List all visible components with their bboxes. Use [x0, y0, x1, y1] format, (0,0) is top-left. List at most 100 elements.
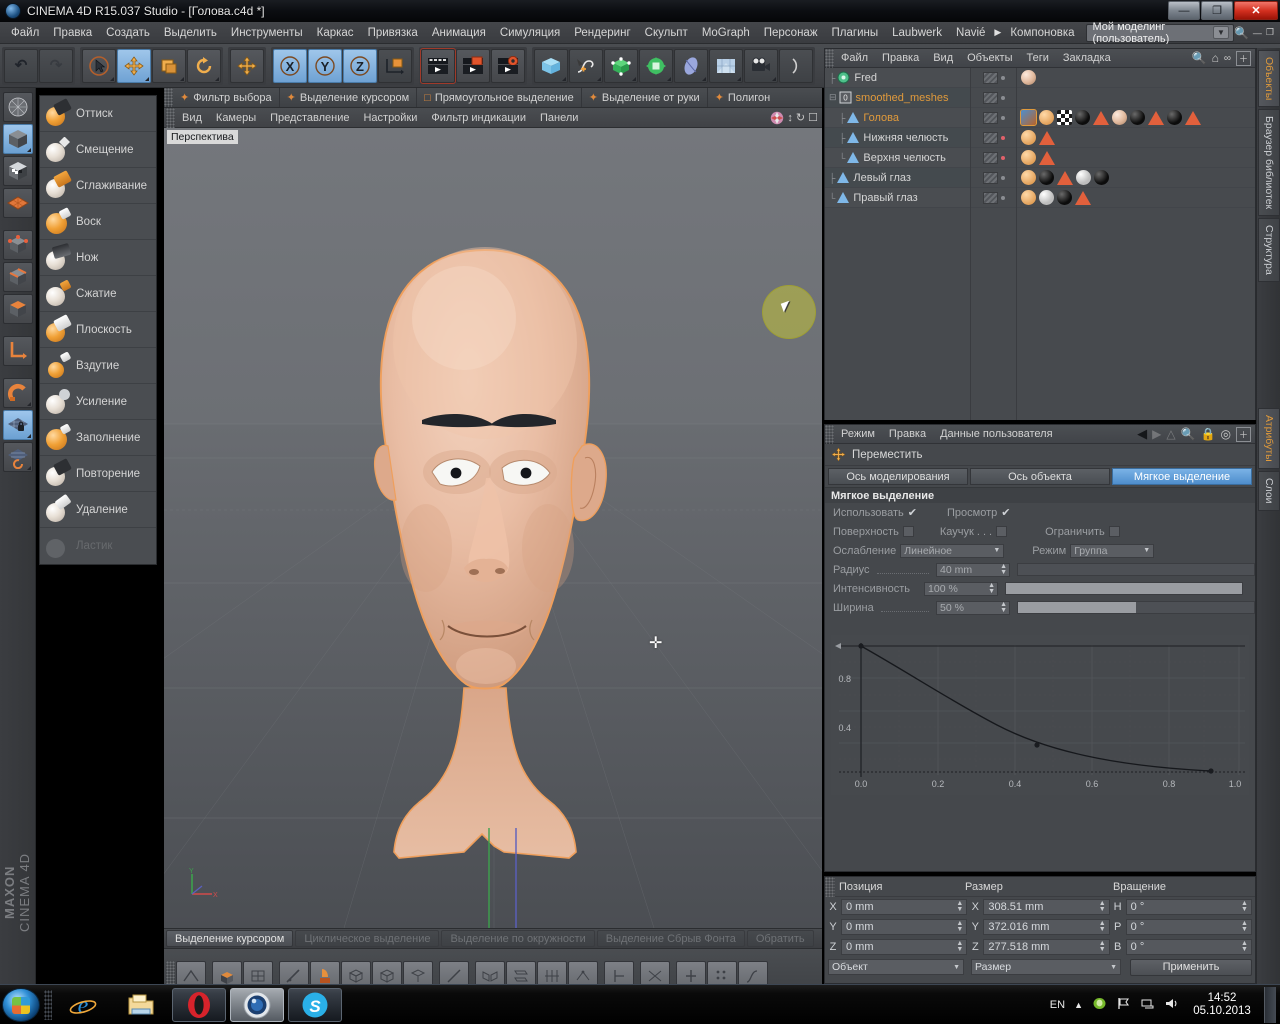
- selection-filter-button[interactable]: ✦ Фильтр выбора: [173, 88, 280, 107]
- use-checkbox[interactable]: ✔: [908, 506, 917, 519]
- rot-h-input[interactable]: 0 ° ▲ ▼: [1125, 899, 1252, 915]
- sculpt-tool-amplify[interactable]: Усиление: [40, 384, 156, 420]
- scale-tool-button[interactable]: [152, 48, 186, 83]
- visibility-row[interactable]: [971, 108, 1016, 128]
- phong-tag-icon[interactable]: [1093, 110, 1109, 125]
- visibility-row[interactable]: [971, 88, 1016, 108]
- link-icon[interactable]: ∞: [1224, 53, 1231, 64]
- tab-phong-break-selection[interactable]: Выделение Сбрыв Фонта: [596, 930, 745, 947]
- move-tool-button[interactable]: [117, 48, 151, 83]
- axis-lock-x-button[interactable]: X: [273, 48, 307, 83]
- taskbar-grip[interactable]: [44, 989, 52, 1020]
- viewport-menu-panels[interactable]: Панели: [533, 111, 585, 125]
- visibility-row[interactable]: [971, 188, 1016, 208]
- panel-grip[interactable]: [825, 48, 834, 68]
- sculpt-tag-icon[interactable]: [1021, 190, 1036, 205]
- visibility-dot-editor[interactable]: [1000, 115, 1005, 120]
- phong-tag-icon[interactable]: [1185, 110, 1201, 125]
- material-tag-white-icon[interactable]: [1076, 170, 1091, 185]
- menu-item-navie[interactable]: Navié: [949, 25, 992, 41]
- add-deformer-button[interactable]: [674, 48, 708, 83]
- attr-menu-mode[interactable]: Режим: [834, 427, 882, 441]
- sculpt-tag-icon[interactable]: [1021, 130, 1036, 145]
- material-tag-black3-icon[interactable]: [1167, 110, 1182, 125]
- preview-checkbox[interactable]: ✔: [1001, 506, 1010, 519]
- coordinate-system-dropdown[interactable]: Объект ▼: [828, 959, 964, 975]
- tab-modeling-axis[interactable]: Ось моделирования: [828, 468, 968, 485]
- rect-selection-mode-button[interactable]: □ Прямоугольное выделение: [417, 88, 582, 107]
- falloff-curve-graph[interactable]: 0.8 0.4 0.0 0.2 0.4 0.6 0.8 1.0: [831, 635, 1249, 795]
- menu-item-render[interactable]: Рендеринг: [567, 25, 637, 41]
- menu-item-create[interactable]: Создать: [99, 25, 157, 41]
- nvidia-icon[interactable]: [1092, 996, 1107, 1014]
- maximize-panel-icon[interactable]: ❐: [1266, 27, 1274, 38]
- move-view-icon[interactable]: ↕: [787, 112, 793, 124]
- sculpt-tool-stamp[interactable]: Оттиск: [40, 96, 156, 132]
- object-row-left-eye[interactable]: ├ Левый глаз: [825, 168, 970, 188]
- menu-item-mograph[interactable]: MoGraph: [695, 25, 757, 41]
- surface-checkbox[interactable]: [902, 526, 914, 537]
- model-mode-button[interactable]: [2, 124, 33, 154]
- restore-button[interactable]: ❐: [1201, 1, 1233, 20]
- visibility-dot-editor[interactable]: [1000, 95, 1005, 100]
- visibility-row[interactable]: [971, 148, 1016, 168]
- tab-live-selection[interactable]: Выделение курсором: [166, 930, 294, 947]
- add-icon[interactable]: ＋: [1235, 50, 1251, 66]
- sculpt-tool-inflate[interactable]: Вздутие: [40, 348, 156, 384]
- visibility-row[interactable]: [971, 68, 1016, 88]
- tag-row[interactable]: [1017, 128, 1255, 148]
- sculpt-tool-repeat[interactable]: Повторение: [40, 456, 156, 492]
- render-to-picture-viewer-button[interactable]: [456, 48, 490, 83]
- render-view-button[interactable]: [420, 47, 456, 84]
- material-tag-icon[interactable]: [1021, 70, 1036, 85]
- material-tag-black2-icon[interactable]: [1094, 170, 1109, 185]
- undo-button[interactable]: ↶: [4, 48, 38, 83]
- panel-grip[interactable]: [825, 876, 835, 897]
- vtab-objects[interactable]: Объекты: [1258, 50, 1280, 108]
- polygon-selection-mode-button[interactable]: ✦ Полигон: [708, 88, 778, 107]
- home-icon[interactable]: ⌂: [1212, 51, 1219, 65]
- visibility-dot-editor[interactable]: [1000, 75, 1005, 80]
- sculpt-tag-icon[interactable]: [1039, 110, 1054, 125]
- visibility-dot-editor[interactable]: [1000, 175, 1005, 180]
- menu-item-simulation[interactable]: Симуляция: [493, 25, 567, 41]
- tab-ring-selection[interactable]: Выделение по окружности: [441, 930, 595, 947]
- vtab-content-browser[interactable]: Браузер библиотек: [1258, 109, 1280, 217]
- texture-tag-icon[interactable]: [1020, 109, 1037, 126]
- network-icon[interactable]: [1140, 996, 1155, 1014]
- axis-lock-z-button[interactable]: Z: [343, 48, 377, 83]
- vtab-layers[interactable]: Слои: [1258, 470, 1280, 511]
- panel-grip[interactable]: [825, 424, 834, 444]
- add-camera-button[interactable]: [744, 48, 778, 83]
- axis-mode-button[interactable]: [2, 336, 33, 366]
- viewport-menu-view[interactable]: Вид: [175, 111, 209, 125]
- taskbar-internet-explorer[interactable]: e: [56, 988, 110, 1022]
- perspective-viewport[interactable]: Перспектива ✛ Y X: [164, 128, 822, 928]
- menu-item-edit[interactable]: Правка: [46, 25, 99, 41]
- limit-checkbox[interactable]: [1108, 526, 1120, 537]
- target-icon[interactable]: ◎: [1221, 427, 1231, 441]
- sculpt-tool-pinch[interactable]: Сжатие: [40, 276, 156, 312]
- redo-button[interactable]: ↷: [39, 48, 73, 83]
- forward-arrow-icon[interactable]: ▶: [1152, 427, 1161, 441]
- minimize-button[interactable]: —: [1168, 1, 1200, 20]
- menu-item-character[interactable]: Персонаж: [757, 25, 825, 41]
- polygons-mode-button[interactable]: [2, 294, 33, 324]
- close-button[interactable]: ✕: [1234, 1, 1278, 20]
- visibility-dot-editor[interactable]: [1000, 155, 1005, 160]
- object-row-upper-jaw[interactable]: └ Верхня челюсть: [825, 148, 970, 168]
- add-cube-button[interactable]: [534, 48, 568, 83]
- live-selection-button[interactable]: [82, 48, 116, 83]
- sculpt-tool-knife[interactable]: Нож: [40, 240, 156, 276]
- om-menu-bookmark[interactable]: Закладка: [1056, 51, 1118, 65]
- om-menu-edit[interactable]: Правка: [875, 51, 926, 65]
- windows-start-orb[interactable]: [2, 987, 40, 1022]
- menu-item-file[interactable]: Файл: [4, 25, 46, 41]
- width-slider[interactable]: [1017, 601, 1255, 614]
- size-x-input[interactable]: 308.51 mm ▲ ▼: [983, 899, 1110, 915]
- search-icon[interactable]: 🔍: [1181, 427, 1196, 441]
- taskbar-opera[interactable]: [172, 987, 226, 1022]
- object-row-golova[interactable]: ├ Голова: [825, 108, 970, 128]
- sculpt-tool-flatten[interactable]: Плоскость: [40, 312, 156, 348]
- menu-item-laubwerk[interactable]: Laubwerk: [885, 25, 949, 41]
